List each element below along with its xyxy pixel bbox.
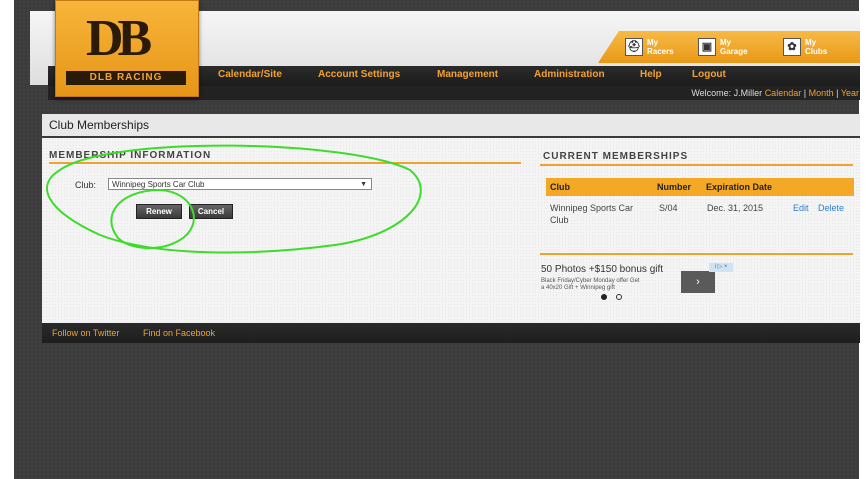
separator: | (803, 88, 807, 98)
renew-button[interactable]: Renew (136, 204, 182, 219)
logo-text: DLB RACING (66, 71, 186, 85)
col-number: Number (657, 182, 692, 192)
quick-link-label-bottom: Racers (647, 47, 674, 56)
ad-text-line: a 40x20 Gift + Winnipeg gift (541, 285, 615, 291)
logo-mark: DB (86, 10, 152, 67)
helmet-icon: ⛑ (625, 38, 643, 56)
my-clubs-link[interactable]: ✿ My Clubs (783, 37, 827, 57)
nav-help[interactable]: Help (640, 69, 662, 80)
quick-link-label-bottom: Clubs (805, 47, 828, 56)
club-label: Club: (75, 180, 97, 190)
chevron-down-icon: ▼ (360, 181, 367, 188)
carousel-dot-active[interactable] (601, 294, 607, 300)
page-title: Club Memberships (42, 114, 860, 138)
ad-arrow-button[interactable]: › (681, 271, 715, 293)
club-select[interactable]: Winnipeg Sports Car Club ▼ (108, 178, 372, 190)
row-club: Winnipeg Sports Car (550, 203, 634, 213)
nav-management[interactable]: Management (437, 69, 498, 80)
club-select-value: Winnipeg Sports Car Club (112, 180, 205, 189)
quick-link-label-top: My (647, 38, 659, 47)
section-divider (49, 162, 521, 164)
separator: | (836, 88, 839, 98)
quick-link-label-bottom: Garage (720, 47, 748, 56)
current-memberships-heading: CURRENT MEMBERSHIPS (543, 151, 689, 162)
my-garage-link[interactable]: ▣ My Garage (698, 37, 748, 57)
row-expiration: Dec. 31, 2015 (707, 203, 764, 213)
welcome-text: Welcome: J.Miller (691, 88, 763, 98)
ad-title: 50 Photos +$150 bonus gift (541, 264, 664, 275)
nav-calendar-site[interactable]: Calendar/Site (218, 69, 282, 80)
facebook-link[interactable]: Find on Facebook (143, 328, 215, 338)
ad-text-line: Black Friday/Cyber Monday offer Get (541, 278, 640, 284)
garage-icon: ▣ (698, 38, 716, 56)
col-club: Club (550, 182, 570, 192)
my-racers-link[interactable]: ⛑ My Racers (625, 37, 674, 57)
user-bar: Welcome: J.Miller Calendar | Month | Yea… (691, 88, 859, 98)
membership-info-heading: MEMBERSHIP INFORMATION (49, 150, 212, 161)
edit-link[interactable]: Edit (793, 203, 809, 213)
nav-logout[interactable]: Logout (692, 69, 726, 80)
twitter-link[interactable]: Follow on Twitter (52, 328, 119, 338)
section-divider (540, 164, 853, 166)
row-club-sub: Club (550, 215, 569, 225)
ad-choices-icon[interactable]: i ▷ × (709, 263, 733, 272)
nav-administration[interactable]: Administration (534, 69, 605, 80)
row-number: S/04 (659, 203, 678, 213)
month-link[interactable]: Month (809, 88, 834, 98)
clubs-icon: ✿ (783, 38, 801, 56)
year-link[interactable]: Year (841, 88, 859, 98)
site-logo[interactable]: DB DLB RACING (55, 0, 199, 97)
section-divider (540, 253, 853, 255)
delete-link[interactable]: Delete (818, 203, 844, 213)
col-expiration: Expiration Date (706, 182, 773, 192)
carousel-dot[interactable] (616, 294, 622, 300)
quick-link-label-top: My (720, 38, 732, 47)
quick-link-label-top: My (805, 38, 817, 47)
cancel-button[interactable]: Cancel (189, 204, 233, 219)
memberships-table-header (546, 178, 854, 196)
nav-account-settings[interactable]: Account Settings (318, 69, 400, 80)
calendar-link[interactable]: Calendar (765, 88, 802, 98)
